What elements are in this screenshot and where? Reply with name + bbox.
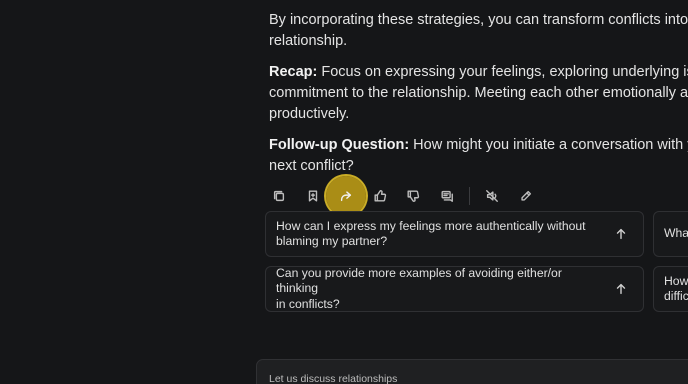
- suggestion-line: blaming my partner?: [276, 234, 388, 248]
- suggestion-line: diffic: [664, 289, 688, 303]
- edit-button[interactable]: [513, 183, 539, 209]
- arrow-up-icon: [614, 282, 628, 296]
- comment-icon: [440, 190, 453, 202]
- suggestion-text: How can I express my feelings more authe…: [276, 219, 596, 250]
- bookmark-icon: [308, 190, 317, 202]
- recap-label: Recap:: [269, 64, 318, 80]
- suggestion-text: What: [664, 226, 688, 242]
- assistant-message: By incorporating these strategies, you c…: [269, 10, 688, 187]
- paragraph-text: By incorporating these strategies, you c…: [269, 12, 688, 28]
- message-actions-toolbar: [266, 176, 546, 216]
- edit-icon: [520, 190, 531, 201]
- message-input[interactable]: [269, 373, 688, 384]
- suggestion-line: in conflicts?: [276, 296, 340, 311]
- suggestion-card[interactable]: How diffic: [653, 266, 688, 312]
- thumbs-up-button[interactable]: [367, 183, 393, 209]
- copy-icon: [273, 190, 285, 202]
- suggestion-text: How diffic: [664, 274, 688, 305]
- arrow-up-icon: [614, 227, 628, 241]
- recap-paragraph: Recap: Focus on expressing your feelings…: [269, 62, 688, 125]
- suggestion-text: Can you provide more examples of avoidin…: [276, 266, 596, 313]
- comment-button[interactable]: [434, 183, 460, 209]
- share-icon: [340, 191, 352, 202]
- suggestion-card[interactable]: What: [653, 211, 688, 257]
- thumbs-down-button[interactable]: [400, 183, 426, 209]
- share-button[interactable]: [326, 176, 366, 216]
- suggestion-line: How can I express my feelings more authe…: [276, 218, 586, 233]
- chat-page: By incorporating these strategies, you c…: [0, 0, 688, 384]
- followup-text: next conflict?: [269, 158, 354, 174]
- suggestion-line: What: [664, 226, 688, 241]
- chat-composer: [256, 359, 688, 384]
- followup-label: Follow-up Question:: [269, 137, 410, 153]
- toolbar-divider: [469, 187, 470, 205]
- bookmark-button[interactable]: [300, 183, 326, 209]
- no-sound-icon: [486, 190, 498, 202]
- paragraph-text: relationship.: [269, 33, 348, 49]
- read-aloud-button[interactable]: [479, 183, 505, 209]
- message-paragraph: By incorporating these strategies, you c…: [269, 10, 688, 52]
- suggestion-line: How: [664, 273, 688, 288]
- thumbs-up-icon: [373, 190, 386, 202]
- followup-text: How might you initiate a conversation wi…: [413, 137, 688, 153]
- suggestion-card[interactable]: How can I express my feelings more authe…: [265, 211, 644, 257]
- thumbs-down-icon: [407, 190, 420, 202]
- suggestion-line: Can you provide more examples of avoidin…: [276, 265, 562, 296]
- recap-text: Focus on expressing your feelings, explo…: [321, 64, 688, 80]
- followup-paragraph: Follow-up Question: How might you initia…: [269, 135, 688, 177]
- copy-button[interactable]: [266, 183, 292, 209]
- suggestion-card[interactable]: Can you provide more examples of avoidin…: [265, 266, 644, 312]
- recap-text: productively.: [269, 106, 350, 122]
- recap-text: commitment to the relationship. Meeting …: [269, 85, 688, 101]
